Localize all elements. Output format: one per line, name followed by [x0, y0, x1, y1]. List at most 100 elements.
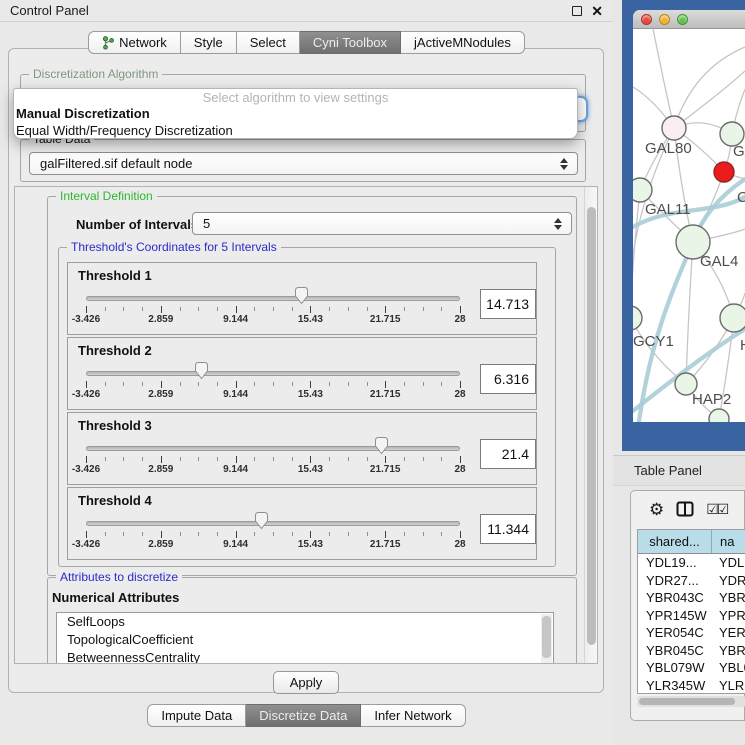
slider-thumb-icon[interactable] — [374, 436, 389, 455]
gear-icon[interactable]: ⚙ — [649, 501, 664, 518]
tick-mark — [441, 532, 442, 536]
tick-mark — [385, 381, 386, 388]
split-columns-icon[interactable] — [676, 501, 694, 517]
cell-shared-name: YDR27... — [638, 572, 712, 590]
tick-mark — [123, 382, 124, 386]
tick-mark — [217, 532, 218, 536]
table-panel-window: ⚙ ☑☑ shared...naYDL19...YDL1YDR27...YDR2… — [630, 490, 745, 721]
table-row[interactable]: YER054CYER0 — [638, 624, 745, 642]
threshold-slider[interactable]: -3.4262.8599.14415.4321.71528 — [86, 355, 460, 403]
tab-select[interactable]: Select — [237, 31, 300, 54]
tick-mark — [385, 456, 386, 463]
table-row[interactable]: YDR27...YDR2 — [638, 572, 745, 590]
tick-label: 15.43 — [298, 314, 323, 325]
tab-jactivemnodules[interactable]: jActiveMNodules — [401, 31, 525, 54]
slider-thumb-icon[interactable] — [294, 286, 309, 305]
apply-button[interactable]: Apply — [273, 671, 339, 694]
tick-mark — [273, 532, 274, 536]
network-canvas[interactable]: GAL80GACGAL11GAL4GCY1HHAP2 — [633, 29, 745, 422]
network-node-gcy1[interactable] — [633, 306, 642, 330]
tab-impute-data[interactable]: Impute Data — [147, 704, 246, 727]
tick-label: 28 — [454, 464, 465, 475]
tab-style[interactable]: Style — [181, 31, 237, 54]
network-edge — [686, 242, 693, 384]
traffic-light-minimize-icon[interactable] — [659, 14, 670, 25]
tick-mark — [123, 457, 124, 461]
slider-track — [86, 371, 460, 376]
tick-mark — [198, 382, 199, 386]
tick-label: 9.144 — [223, 389, 248, 400]
table-row[interactable]: YDL19...YDL1 — [638, 554, 745, 572]
attribute-item[interactable]: SelfLoops — [57, 613, 553, 631]
number-of-intervals-select[interactable]: 5 — [192, 212, 572, 235]
checkbox-pair-icon[interactable]: ☑☑ — [706, 501, 727, 518]
close-icon[interactable]: ✕ — [591, 6, 603, 16]
tick-mark — [367, 457, 368, 461]
tick-mark — [404, 532, 405, 536]
network-node-red-node[interactable] — [714, 162, 734, 182]
thresholds-group-title: Threshold's Coordinates for 5 Intervals — [67, 240, 281, 254]
table-hscrollbar-thumb[interactable] — [639, 698, 735, 705]
network-window-titlebar[interactable] — [633, 10, 745, 29]
tab-cyni-toolbox[interactable]: Cyni Toolbox — [300, 31, 401, 54]
network-edge — [653, 29, 674, 128]
threshold-slider[interactable]: -3.4262.8599.14415.4321.71528 — [86, 430, 460, 478]
attributes-scrollbar-thumb[interactable] — [542, 616, 551, 658]
table-row[interactable]: YLR345WYLR3 — [638, 677, 745, 695]
window-title: Control Panel — [10, 3, 572, 18]
table-row[interactable]: YBR043CYBR0 — [638, 589, 745, 607]
column-header-shared-name[interactable]: shared... — [638, 530, 712, 553]
network-node-gal11[interactable] — [633, 178, 652, 202]
threshold-value-field[interactable]: 6.316 — [480, 364, 536, 394]
tick-label: 21.715 — [370, 539, 401, 550]
network-node[interactable] — [720, 304, 745, 332]
table-row[interactable]: YBL079WYBL0 — [638, 659, 745, 677]
column-header-name[interactable]: na — [712, 530, 745, 553]
tick-mark — [105, 382, 106, 386]
attribute-item[interactable]: TopologicalCoefficient — [57, 631, 553, 649]
tick-mark — [254, 307, 255, 311]
slider-thumb-icon[interactable] — [254, 511, 269, 530]
traffic-light-close-icon[interactable] — [641, 14, 652, 25]
slider-track — [86, 446, 460, 451]
table-row[interactable]: YPR145WYPR1 — [638, 607, 745, 625]
tick-mark — [310, 381, 311, 388]
tick-mark — [329, 307, 330, 311]
network-node[interactable] — [709, 409, 729, 422]
tick-label: 2.859 — [148, 314, 173, 325]
control-panel-titlebar: Control Panel ✕ — [0, 0, 613, 22]
slider-track — [86, 296, 460, 301]
traffic-light-zoom-icon[interactable] — [677, 14, 688, 25]
tick-mark — [86, 531, 87, 538]
settings-scrollbar-thumb[interactable] — [587, 207, 596, 645]
popup-option-equal-width[interactable]: Equal Width/Frequency Discretization — [14, 122, 577, 139]
spinner-arrows-icon[interactable] — [560, 158, 568, 170]
tick-mark — [367, 532, 368, 536]
threshold-value-field[interactable]: 14.713 — [480, 289, 536, 319]
float-window-icon[interactable] — [572, 6, 582, 16]
number-of-intervals-label: Number of Intervals — [76, 217, 198, 232]
table-row[interactable]: YBR045CYBR0 — [638, 642, 745, 660]
threshold-value-field[interactable]: 11.344 — [480, 514, 536, 544]
threshold-value-field[interactable]: 21.4 — [480, 439, 536, 469]
network-node-label: HAP2 — [692, 391, 731, 408]
threshold-slider[interactable]: -3.4262.8599.14415.4321.71528 — [86, 280, 460, 328]
slider-thumb-icon[interactable] — [194, 361, 209, 380]
tab-infer-network[interactable]: Infer Network — [361, 704, 465, 727]
threshold-label: Threshold 4 — [68, 488, 536, 505]
network-node-gal80[interactable] — [662, 116, 686, 140]
tab-network[interactable]: Network — [88, 31, 181, 54]
attribute-item[interactable]: BetweennessCentrality — [57, 649, 553, 664]
threshold-slider[interactable]: -3.4262.8599.14415.4321.71528 — [86, 505, 460, 553]
control-panel-window: Control Panel ✕ NetworkStyleSelectCyni T… — [0, 0, 613, 745]
tick-mark — [292, 307, 293, 311]
network-node-label: GAL4 — [700, 253, 738, 270]
network-edge — [674, 47, 745, 128]
tab-discretize-data[interactable]: Discretize Data — [246, 704, 361, 727]
tick-mark — [161, 456, 162, 463]
cell-name: YDR2 — [712, 572, 745, 590]
popup-option-manual-discretization[interactable]: Manual Discretization — [14, 105, 577, 122]
cell-shared-name: YBL079W — [638, 659, 712, 677]
spinner-arrows-icon[interactable] — [554, 218, 562, 230]
table-data-select[interactable]: galFiltered.sif default node — [29, 152, 578, 175]
